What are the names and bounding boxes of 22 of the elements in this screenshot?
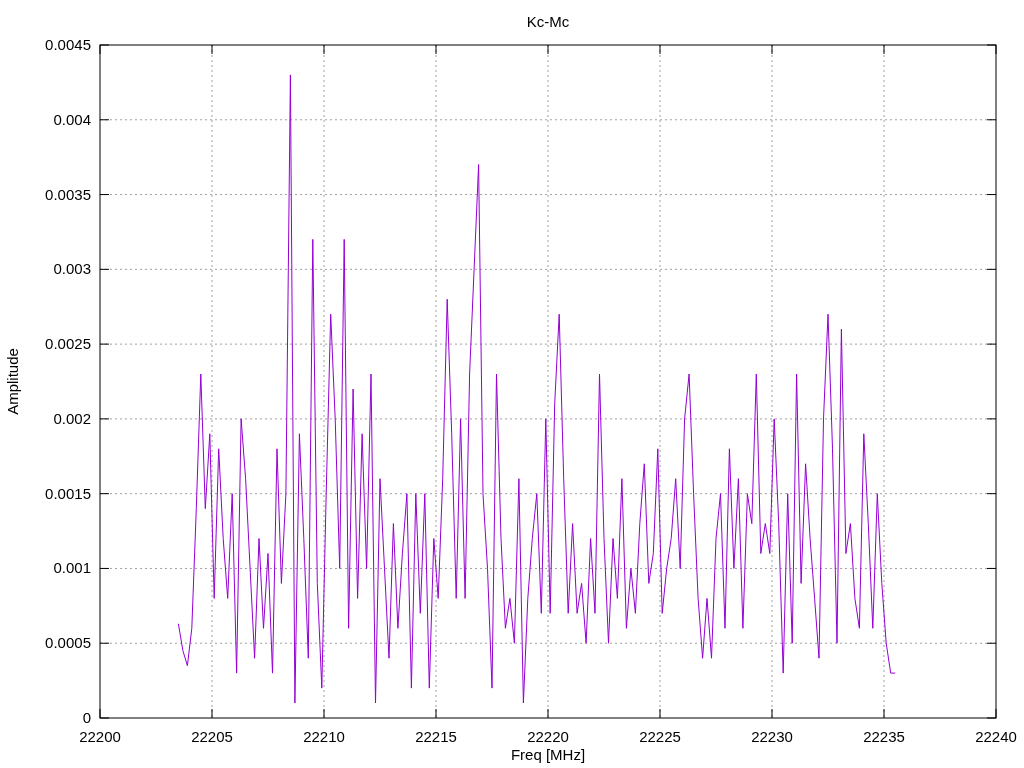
y-tick-label: 0.004 — [53, 110, 91, 128]
x-tick-label: 22215 — [415, 728, 457, 745]
x-tick-label: 22200 — [79, 728, 121, 745]
x-tick-label: 22235 — [863, 728, 905, 745]
y-tick-label: 0.001 — [53, 559, 91, 577]
x-tick-label: 22230 — [751, 728, 793, 745]
y-tick-label: 0 — [82, 709, 91, 726]
y-axis-label: Amplitude — [4, 348, 21, 415]
x-tick-label: 22205 — [191, 728, 233, 745]
chart-title: Kc-Mc — [526, 13, 570, 30]
y-tick-label: 0.0015 — [45, 484, 91, 502]
y-tick-label: 0.0005 — [45, 634, 91, 652]
y-tick-label: 0.0045 — [45, 36, 91, 53]
y-tick-label: 0.0035 — [45, 185, 91, 203]
y-tick-label: 0.0025 — [45, 335, 91, 353]
x-axis-label: Freq [MHz] — [510, 746, 586, 763]
x-tick-label: 22225 — [639, 728, 681, 745]
y-tick-label: 0.002 — [53, 409, 91, 427]
x-tick-label: 22220 — [527, 728, 569, 745]
y-tick-label: 0.003 — [53, 260, 91, 278]
x-tick-label: 22240 — [975, 728, 1017, 745]
x-tick-label: 22210 — [303, 728, 345, 745]
